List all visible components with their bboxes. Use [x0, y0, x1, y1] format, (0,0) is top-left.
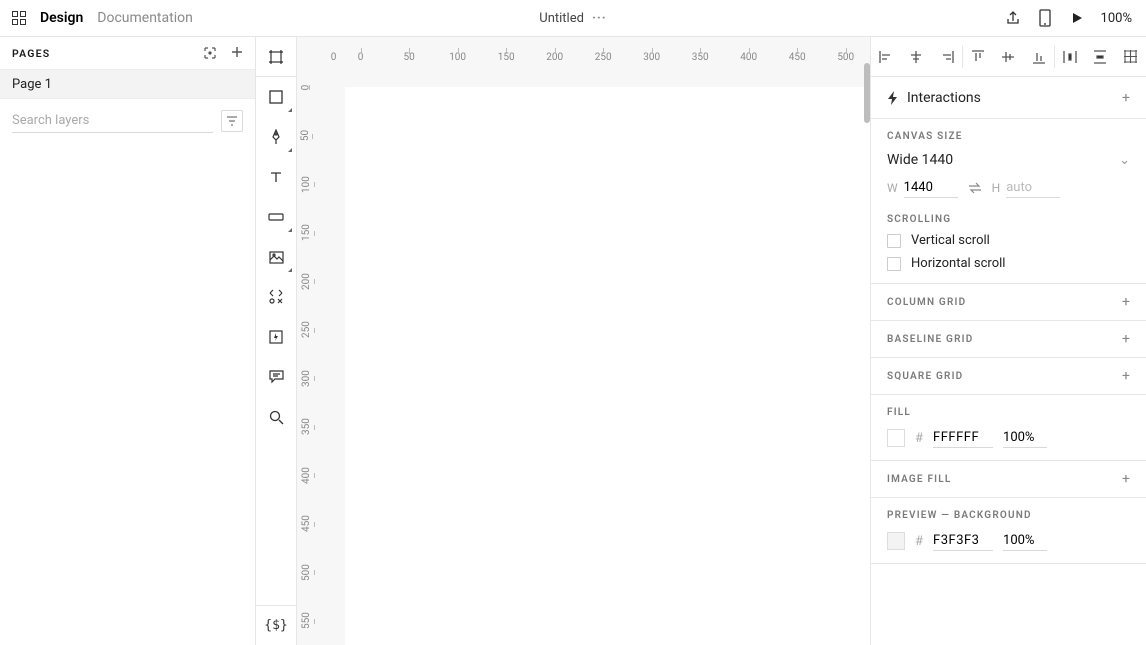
vertical-scroll-row[interactable]: Vertical scroll [887, 233, 1130, 248]
fill-opacity-input[interactable] [1003, 428, 1047, 448]
align-left-icon[interactable] [878, 49, 894, 65]
lightning-icon [887, 91, 899, 105]
horizontal-scroll-checkbox[interactable] [887, 257, 901, 271]
chevron-down-icon: ⌄ [1119, 153, 1130, 168]
height-label: H [992, 181, 1001, 195]
image-fill-section[interactable]: IMAGE FILL + [871, 461, 1146, 498]
add-page-icon[interactable] [231, 46, 243, 60]
device-preview-icon[interactable] [1037, 10, 1053, 26]
add-column-grid-icon[interactable]: + [1122, 294, 1130, 310]
vertical-scroll-checkbox[interactable] [887, 234, 901, 248]
add-baseline-grid-icon[interactable]: + [1122, 331, 1130, 347]
canvas-area[interactable]: 0 0 50 100 150 200 250 300 350 400 450 5… [297, 37, 870, 645]
search-row [0, 99, 255, 143]
align-hcenter-icon[interactable] [908, 49, 924, 65]
add-square-grid-icon[interactable]: + [1122, 368, 1130, 384]
search-tool-icon[interactable] [256, 397, 297, 437]
baseline-grid-section[interactable]: BASELINE GRID + [871, 321, 1146, 358]
component-tool-icon[interactable] [256, 277, 297, 317]
search-layers-input[interactable] [12, 109, 213, 133]
interactions-label: Interactions [907, 90, 981, 106]
canvas-preset-select[interactable]: Wide 1440 ⌄ [887, 152, 1130, 168]
document-title-area: Untitled ··· [539, 11, 606, 26]
document-menu-icon[interactable]: ··· [592, 11, 607, 26]
text-tool-icon[interactable] [256, 157, 297, 197]
distribute-v-icon[interactable] [1092, 49, 1108, 65]
play-icon[interactable] [1069, 10, 1085, 26]
image-tool-icon[interactable] [256, 237, 297, 277]
zoom-level[interactable]: 100% [1101, 11, 1132, 26]
fill-label: FILL [887, 407, 1130, 418]
align-right-icon[interactable] [939, 49, 955, 65]
share-icon[interactable] [1005, 10, 1021, 26]
vertical-ruler: 0 50 100 150 200 250 300 350 400 450 500… [297, 63, 315, 645]
horizontal-ruler: 0 0 50 100 150 200 250 300 350 400 450 5… [315, 37, 870, 63]
pages-label: PAGES [12, 47, 50, 60]
distribute-grid-icon[interactable] [1123, 49, 1139, 65]
preview-bg-label: PREVIEW — BACKGROUND [887, 510, 1130, 521]
vertical-scroll-label: Vertical scroll [911, 233, 990, 248]
document-title[interactable]: Untitled [539, 11, 584, 26]
left-panel: PAGES Page 1 [0, 37, 256, 645]
top-bar: Design Documentation Untitled ··· 100% [0, 0, 1146, 37]
top-right-controls: 100% [1005, 10, 1132, 26]
inspector-panel: Interactions + CANVAS SIZE Wide 1440 ⌄ W… [870, 37, 1146, 645]
width-input[interactable] [904, 178, 958, 198]
preview-hex-input[interactable] [933, 531, 993, 551]
scrolling-label: SCROLLING [887, 214, 1130, 225]
canvas-size-label: CANVAS SIZE [887, 131, 1130, 142]
hash-symbol: # [915, 431, 923, 446]
tab-design[interactable]: Design [40, 10, 83, 26]
frame-tool-icon[interactable] [256, 37, 297, 77]
artboard[interactable] [345, 87, 870, 645]
preview-opacity-input[interactable] [1003, 531, 1047, 551]
main-area: PAGES Page 1 [0, 37, 1146, 645]
fill-swatch[interactable] [887, 429, 905, 447]
horizontal-scroll-label: Horizontal scroll [911, 256, 1005, 271]
page-item[interactable]: Page 1 [0, 69, 255, 99]
hotspot-tool-icon[interactable] [256, 317, 297, 357]
fill-section: FILL # [871, 395, 1146, 461]
tool-strip: {$} [256, 37, 297, 645]
preview-background-section: PREVIEW — BACKGROUND # [871, 498, 1146, 564]
button-tool-icon[interactable] [256, 197, 297, 237]
align-vcenter-icon[interactable] [1000, 49, 1016, 65]
horizontal-scroll-row[interactable]: Horizontal scroll [887, 256, 1130, 271]
rectangle-tool-icon[interactable] [256, 77, 297, 117]
filter-icon[interactable] [221, 110, 243, 132]
column-grid-section[interactable]: COLUMN GRID + [871, 284, 1146, 321]
square-grid-section[interactable]: SQUARE GRID + [871, 358, 1146, 395]
add-interaction-icon[interactable]: + [1122, 90, 1130, 106]
target-icon[interactable] [203, 46, 217, 60]
variables-tool-icon[interactable]: {$} [256, 605, 297, 645]
mode-tabs: Design Documentation [40, 10, 193, 26]
canvas-size-section: CANVAS SIZE Wide 1440 ⌄ W H SCROLLIN [871, 119, 1146, 284]
hash-symbol-2: # [915, 534, 923, 549]
comment-tool-icon[interactable] [256, 357, 297, 397]
pen-tool-icon[interactable] [256, 117, 297, 157]
pages-header: PAGES [0, 37, 255, 69]
distribute-h-icon[interactable] [1062, 49, 1078, 65]
interactions-row[interactable]: Interactions + [871, 77, 1146, 119]
width-label: W [887, 181, 898, 195]
fill-hex-input[interactable] [933, 428, 993, 448]
tab-documentation[interactable]: Documentation [97, 10, 193, 26]
height-input[interactable] [1006, 178, 1060, 198]
align-top-icon[interactable] [970, 49, 986, 65]
swap-dimensions-icon[interactable] [968, 182, 982, 194]
add-image-fill-icon[interactable]: + [1122, 471, 1130, 487]
scrollbar-vertical[interactable] [864, 63, 870, 123]
app-logo-icon[interactable] [12, 11, 26, 25]
align-bottom-icon[interactable] [1031, 49, 1047, 65]
preview-swatch[interactable] [887, 532, 905, 550]
alignment-row [871, 37, 1146, 77]
